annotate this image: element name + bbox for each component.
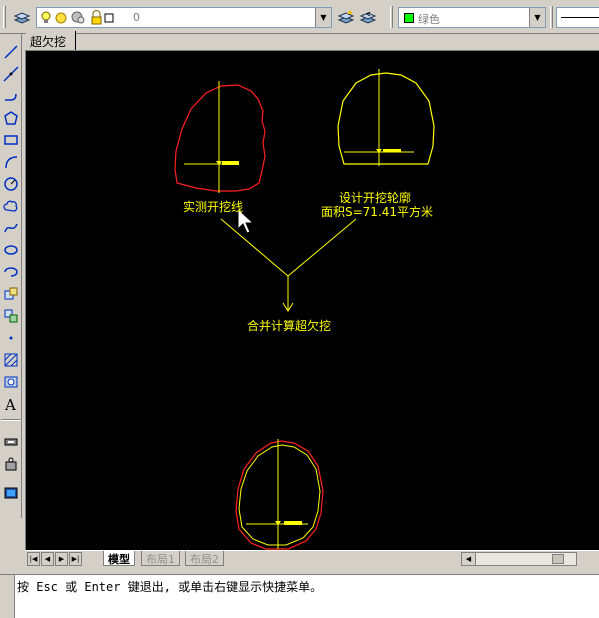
hatch-tool[interactable] [1,350,21,370]
multiline-text-tool[interactable]: A [1,394,21,414]
chevron-down-icon[interactable]: ▼ [315,8,331,27]
insert-block-tool[interactable] [1,284,21,304]
spline-icon [4,223,18,233]
drawing-viewport[interactable]: 实测开挖线 设计开挖轮廓 面积S=71.41平方米 合并计算超欠挖 [25,50,599,551]
command-line-splitter[interactable] [0,567,599,575]
line-icon [4,45,18,59]
design-center-tool[interactable] [1,484,21,504]
command-line[interactable]: 按 Esc 或 Enter 键退出, 或单击右键显示快捷菜单。 [14,575,599,618]
label-merge-calc: 合并计算超欠挖 [247,319,332,333]
polygon-tool[interactable] [1,108,21,128]
layers-toolbar: 0 ▼ 绿色 ▼ [0,0,599,34]
hatch-icon [4,353,18,367]
label-measured-line: 实测开挖线 [183,200,244,214]
layer-state-icons [41,10,114,25]
ellipse-arc-icon [4,267,18,277]
color-name: 绿色 [418,13,440,26]
measured-marker [222,161,239,165]
point-icon [9,336,13,340]
color-square-icon [104,13,114,23]
ellipse-icon [4,245,18,255]
table-tool[interactable] [1,432,21,452]
merged-measured-outline [235,440,324,550]
last-tab-button[interactable]: ▶| [69,552,82,566]
layer-previous-icon [359,11,377,24]
polygon-icon [4,111,18,125]
circle-icon [4,177,18,191]
circle-tool[interactable] [1,174,21,194]
label-design-area: 面积S=71.41平方米 [321,205,434,219]
arrow-line-right [287,218,357,277]
svg-text:A: A [4,396,16,412]
make-current-layer-button[interactable] [336,8,356,28]
layer-dropdown[interactable]: 0 ▼ [36,7,332,28]
polyline-tool[interactable] [1,86,21,106]
lock-icon [91,10,102,25]
toolbar-grip[interactable] [390,6,393,28]
construction-line-tool[interactable] [1,64,21,84]
tab-layout1[interactable]: 布局1 [141,551,180,566]
measured-outline [174,84,266,192]
sun-icon [55,12,67,24]
revcloud-icon [3,200,18,212]
linetype-dropdown[interactable] [556,7,599,28]
text-icon: A [4,396,16,412]
drawing-geometry [174,69,435,550]
spline-tool[interactable] [1,218,21,238]
make-block-tool[interactable] [1,306,21,326]
first-tab-button[interactable]: |◀ [27,552,40,566]
document-tab[interactable]: 超欠挖 [26,31,76,50]
draw-toolbar: A [0,34,22,518]
layer-previous-button[interactable] [358,8,378,28]
revcloud-tool[interactable] [1,196,21,216]
color-dropdown[interactable]: 绿色 ▼ [398,7,546,28]
drawing-canvas[interactable]: 实测开挖线 设计开挖轮廓 面积S=71.41平方米 合并计算超欠挖 [26,51,599,551]
tab-layout2[interactable]: 布局2 [185,551,224,566]
toolbar-grip[interactable] [3,6,6,28]
wrench-icon [4,438,18,446]
prev-tab-button[interactable]: ◀ [41,552,54,566]
layer-freeze-icon [71,11,85,24]
polyline-icon [5,93,17,101]
region-tool[interactable] [1,372,21,392]
horizontal-scrollbar[interactable]: ◀ [461,552,577,566]
ellipse-arc-tool[interactable] [1,262,21,282]
layer-manager-button[interactable] [12,8,32,28]
rectangle-icon [4,135,18,145]
region-icon [4,376,18,388]
insert-block-icon [4,287,18,300]
arc-icon [5,156,18,169]
layer-current-icon [337,10,355,24]
lightbulb-icon [41,11,51,23]
next-tab-button[interactable]: ▶ [55,552,68,566]
toolbar-separator [1,419,21,421]
ellipse-tool[interactable] [1,240,21,260]
make-block-icon [4,309,18,323]
arc-tool[interactable] [1,152,21,172]
design-marker [383,149,401,152]
tab-model[interactable]: 模型 [103,551,135,566]
chevron-down-icon[interactable]: ▼ [529,8,545,27]
merged-marker [284,521,302,525]
properties-tool[interactable] [1,454,21,474]
monitor-icon [4,487,18,499]
xline-icon [3,66,19,82]
color-swatch [404,13,414,23]
layers-icon [13,12,31,24]
point-tool[interactable] [1,328,21,348]
line-tool[interactable] [1,42,21,62]
command-prompt: 按 Esc 或 Enter 键退出, 或单击右键显示快捷菜单。 [17,580,323,594]
rectangle-tool[interactable] [1,130,21,150]
toolbar-grip[interactable] [550,6,553,28]
command-line-grip [0,575,14,618]
scrollbar-thumb[interactable] [552,554,564,564]
layer-name: 0 [133,11,140,24]
layout-tabbar: |◀ ◀ ▶ ▶| 模型 布局1 布局2 ◀ [25,550,599,567]
arrow-line-left [220,218,289,277]
scroll-left-button[interactable]: ◀ [462,553,476,565]
tools-icon [5,457,17,471]
